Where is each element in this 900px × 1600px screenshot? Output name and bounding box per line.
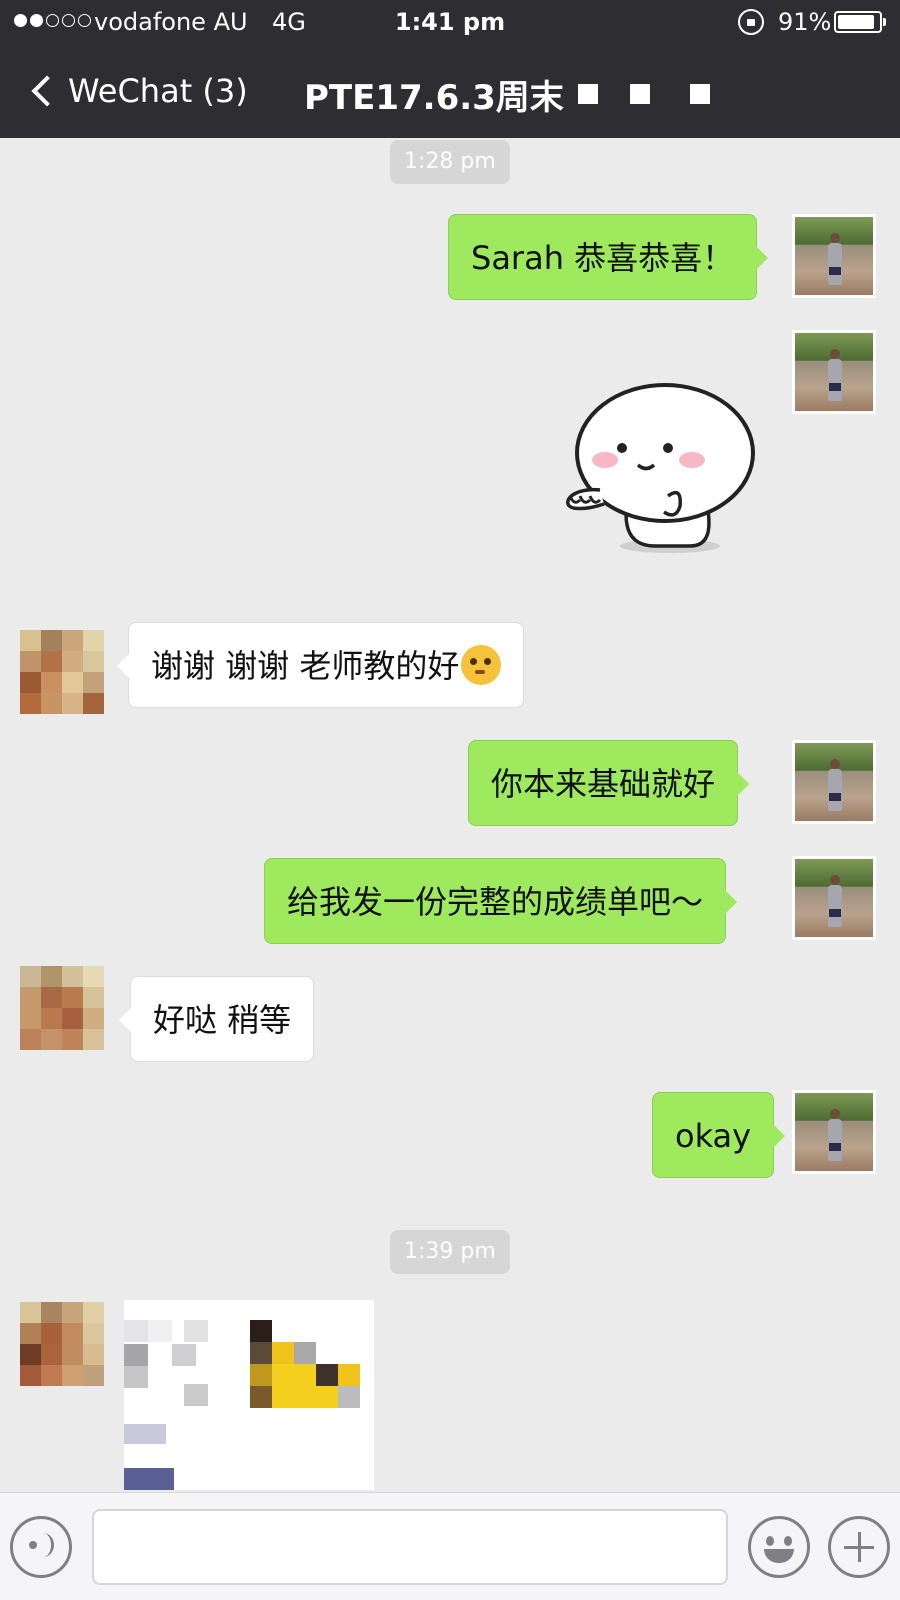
status-bar: vodafone AU 4G 1:41 pm 91% [0, 0, 900, 46]
message-received[interactable]: 谢谢 谢谢 老师教的好 [116, 622, 525, 708]
avatar-pixel [20, 966, 41, 987]
voice-input-button[interactable] [10, 1516, 72, 1578]
timestamp: 1:39 pm [390, 1230, 510, 1274]
avatar-pixel [62, 630, 83, 651]
sticker-image[interactable] [560, 378, 760, 558]
avatar-pixel [62, 1008, 83, 1029]
message-sent[interactable]: okay [652, 1092, 786, 1178]
avatar-pixel [83, 1323, 104, 1344]
avatar-pixel [41, 630, 62, 651]
message-received[interactable]: 好哒 稍等 [118, 976, 315, 1062]
avatar-pixel [41, 987, 62, 1008]
avatar-pixel [62, 966, 83, 987]
avatar-pixel [83, 1344, 104, 1365]
avatar-pixel [20, 651, 41, 672]
avatar-contact[interactable] [20, 630, 104, 714]
message-input[interactable] [92, 1509, 728, 1585]
avatar-contact[interactable] [20, 1302, 104, 1386]
avatar-pixel [41, 672, 62, 693]
thinking-emoji-icon [461, 645, 502, 685]
avatar-pixel [20, 1323, 41, 1344]
avatar-pixel [83, 1008, 104, 1029]
avatar-pixel [41, 1302, 62, 1323]
emoji-button[interactable] [748, 1516, 810, 1578]
sticker-cheek [592, 452, 618, 468]
avatar-pixel [41, 1029, 62, 1050]
input-bar [0, 1492, 900, 1600]
avatar-pixel [83, 966, 104, 987]
redaction-block [578, 84, 598, 104]
avatar-pixel [20, 1029, 41, 1050]
redaction-block [630, 84, 650, 104]
avatar-me[interactable] [792, 214, 876, 298]
avatar-pixel [62, 1029, 83, 1050]
avatar-pixel [62, 1302, 83, 1323]
avatar-pixel [20, 987, 41, 1008]
avatar-photo [828, 233, 842, 285]
avatar-me[interactable] [792, 856, 876, 940]
avatar-pixel [62, 672, 83, 693]
avatar-pixel [41, 1365, 62, 1386]
image-message[interactable] [124, 1300, 374, 1490]
avatar-pixel [41, 651, 62, 672]
avatar-pixel [62, 987, 83, 1008]
back-button-label: WeChat (3) [68, 72, 248, 110]
avatar-me[interactable] [792, 740, 876, 824]
message-sent[interactable]: 给我发一份完整的成绩单吧～ [264, 858, 738, 944]
avatar-pixel [83, 672, 104, 693]
message-text: 谢谢 谢谢 老师教的好 [151, 647, 460, 685]
avatar-pixel [20, 672, 41, 693]
sticker-eye [617, 443, 627, 453]
avatar-pixel [62, 651, 83, 672]
sticker-cheek [679, 452, 705, 468]
avatar-pixel [41, 966, 62, 987]
avatar-pixel [41, 1008, 62, 1029]
battery-fill [838, 15, 875, 29]
message-sent[interactable]: 你本来基础就好 [468, 740, 750, 826]
clock: 1:41 pm [394, 8, 506, 36]
avatar-me[interactable] [792, 330, 876, 414]
avatar-pixel [83, 651, 104, 672]
avatar-pixel [83, 630, 104, 651]
battery-icon [834, 11, 886, 33]
battery-percentage: 91% [778, 8, 832, 36]
avatar-pixel [83, 1365, 104, 1386]
avatar-pixel [62, 1365, 83, 1386]
avatar-me[interactable] [792, 1090, 876, 1174]
avatar-pixel [41, 1344, 62, 1365]
sticker-eye [663, 443, 673, 453]
avatar-photo [828, 1109, 842, 1161]
avatar-contact[interactable] [20, 966, 104, 1050]
redaction-block [690, 84, 710, 104]
message-sent[interactable]: Sarah 恭喜恭喜！ [448, 214, 769, 300]
more-options-button[interactable] [828, 1516, 890, 1578]
chevron-left-icon [31, 75, 63, 107]
chat-title[interactable]: PTE17.6.3周末 [304, 70, 564, 119]
avatar-pixel [62, 1323, 83, 1344]
avatar-pixel [41, 1323, 62, 1344]
avatar-pixel [83, 987, 104, 1008]
avatar-photo [828, 875, 842, 927]
avatar-pixel [83, 1029, 104, 1050]
avatar-pixel [20, 1302, 41, 1323]
navigation-bar: WeChat (3) PTE17.6.3周末 [0, 46, 900, 138]
avatar-photo [828, 349, 842, 401]
avatar-pixel [20, 1344, 41, 1365]
back-button[interactable]: WeChat (3) [26, 66, 248, 116]
avatar-pixel [83, 693, 104, 714]
timestamp: 1:28 pm [390, 140, 510, 184]
avatar-pixel [41, 693, 62, 714]
avatar-pixel [83, 1302, 104, 1323]
avatar-pixel [62, 693, 83, 714]
top-bar: vodafone AU 4G 1:41 pm 91% WeChat (3) PT… [0, 0, 900, 138]
avatar-pixel [20, 1365, 41, 1386]
rotation-lock-icon [738, 9, 764, 35]
avatar-pixel [20, 693, 41, 714]
avatar-pixel [20, 630, 41, 651]
avatar-pixel [62, 1344, 83, 1365]
avatar-photo [828, 759, 842, 811]
avatar-pixel [20, 1008, 41, 1029]
